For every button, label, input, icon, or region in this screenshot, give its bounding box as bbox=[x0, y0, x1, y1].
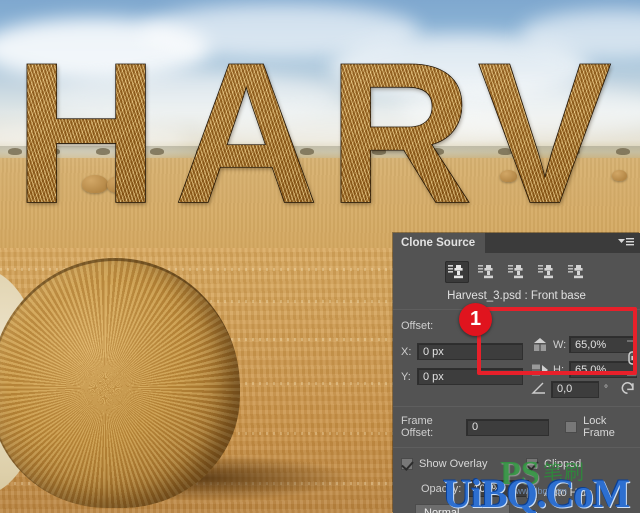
distant-hay-bale bbox=[612, 170, 627, 181]
offset-x-label: X: bbox=[401, 345, 412, 358]
clone-stamp-icon bbox=[477, 265, 493, 279]
screenshot-root: H H A A R R V V Clone Source bbox=[0, 0, 640, 513]
tab-clone-source[interactable]: Clone Source bbox=[393, 233, 486, 253]
degree-symbol: ° bbox=[604, 383, 608, 395]
clone-source-name: Harvest_3.psd : Front base bbox=[447, 290, 586, 302]
distant-tree bbox=[300, 148, 314, 155]
rotation-input[interactable]: 0,0 bbox=[551, 380, 599, 398]
distant-hay-bale bbox=[82, 175, 108, 193]
clone-source-buttons bbox=[393, 253, 640, 287]
annotation-step-badge: 1 bbox=[459, 303, 492, 336]
clone-stamp-icon bbox=[537, 265, 553, 279]
frame-offset-label: Frame Offset: bbox=[401, 415, 434, 439]
distant-tree bbox=[498, 148, 512, 155]
lock-frame-row[interactable]: Lock Frame bbox=[565, 415, 632, 439]
cloud bbox=[200, 108, 530, 150]
distant-tree bbox=[616, 148, 630, 155]
panel-menu-icon[interactable] bbox=[618, 237, 634, 249]
distant-tree bbox=[372, 148, 386, 155]
clone-stamp-icon bbox=[507, 265, 523, 279]
frame-offset-row: Frame Offset: 0 Lock Frame bbox=[393, 407, 640, 447]
offset-y-label: Y: bbox=[401, 370, 411, 383]
distant-tree bbox=[430, 148, 444, 155]
distant-tree bbox=[96, 148, 110, 155]
show-overlay-label: Show Overlay bbox=[419, 458, 488, 470]
angle-icon bbox=[531, 381, 547, 398]
panel-title: Clone Source bbox=[401, 237, 476, 249]
clone-stamp-icon bbox=[447, 265, 463, 279]
lock-frame-checkbox[interactable] bbox=[565, 421, 578, 433]
reset-transform-icon[interactable] bbox=[619, 380, 636, 398]
distant-tree bbox=[196, 148, 210, 155]
show-overlay-checkbox[interactable] bbox=[401, 458, 413, 470]
rotation-row: 0,0 ° bbox=[531, 380, 636, 398]
offset-label: Offset: bbox=[401, 320, 434, 332]
annotation-highlight-box bbox=[477, 307, 637, 375]
clone-source-button-4[interactable] bbox=[535, 261, 559, 283]
distant-tree bbox=[46, 148, 60, 155]
distant-hay-bale bbox=[107, 176, 131, 193]
distant-tree bbox=[8, 148, 22, 155]
lock-frame-label: Lock Frame bbox=[583, 415, 615, 439]
clone-source-button-5[interactable] bbox=[565, 261, 589, 283]
clone-source-button-2[interactable] bbox=[475, 261, 499, 283]
clone-stamp-icon bbox=[567, 265, 583, 279]
clone-source-button-3[interactable] bbox=[505, 261, 529, 283]
distant-tree bbox=[150, 148, 164, 155]
distant-hay-bale bbox=[500, 170, 517, 182]
distant-tree bbox=[566, 148, 580, 155]
distant-tree bbox=[238, 148, 252, 155]
frame-offset-input[interactable]: 0 bbox=[465, 418, 550, 436]
clone-source-button-1[interactable] bbox=[444, 261, 469, 283]
watermark-uibq: UiBQ.CoM bbox=[443, 471, 630, 513]
panel-titlebar[interactable]: Clone Source bbox=[393, 233, 640, 253]
